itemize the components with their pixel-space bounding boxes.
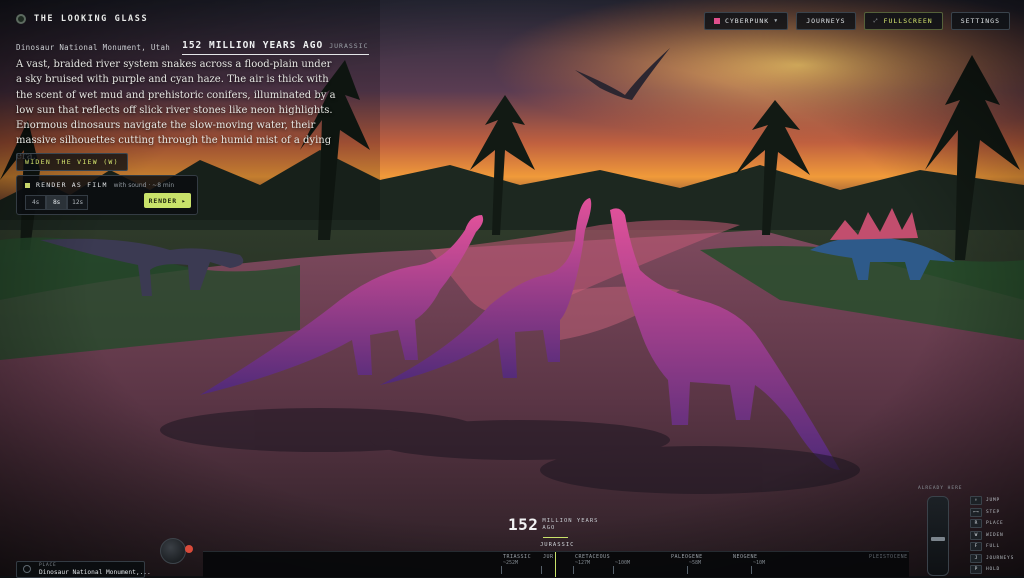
key-label: STEP — [986, 509, 1001, 515]
tick-mark — [751, 566, 752, 574]
duration-4s[interactable]: 4s — [25, 195, 46, 210]
duration-8s[interactable]: 8s — [46, 195, 67, 210]
period-label: JURASSIC — [540, 542, 575, 548]
tick-mark — [613, 566, 614, 574]
key-hint: P HOLD — [962, 564, 1014, 576]
key-label: JUMP — [986, 498, 1001, 504]
widen-view-button[interactable]: WIDEN THE VIEW (W) — [16, 153, 128, 171]
film-indicator-icon — [25, 182, 30, 188]
key-cap: ←→ — [970, 507, 982, 517]
key-label: PLACE — [986, 521, 1004, 527]
chevron-down-icon: ▼ — [774, 18, 779, 24]
tick-label: PLEISTOCENE — [869, 554, 908, 560]
place-label: PLACE — [39, 563, 57, 568]
film-title: RENDER AS FILM — [36, 181, 108, 189]
tick-mark — [501, 566, 502, 574]
location-name: Dinosaur National Monument, Utah — [16, 43, 171, 52]
journeys-button[interactable]: JOURNEYS — [796, 12, 856, 30]
key-label: FULL — [986, 544, 1001, 550]
tick-value: ~100M — [615, 560, 631, 566]
key-hint: F FULL — [962, 541, 1014, 553]
era-years: 152 MILLION YEARS AGO — [182, 40, 324, 51]
key-hint: W WIDEN — [962, 530, 1014, 542]
key-label: JOURNEYS — [986, 555, 1015, 561]
settings-button[interactable]: SETTINGS — [950, 12, 1010, 30]
scene-narration: A vast, braided river system snakes acro… — [16, 59, 336, 162]
key-hint: J JOURNEYS — [962, 553, 1014, 565]
key-hint: ←→ STEP — [962, 507, 1014, 519]
record-indicator-icon — [185, 545, 193, 553]
already-here-label: ALREADY HERE — [918, 486, 963, 491]
brand: THE LOOKING GLASS — [16, 14, 148, 24]
zoom-slider-handle[interactable] — [931, 537, 945, 541]
tick-value: ~58M — [689, 560, 702, 566]
tick-value: ~127M — [575, 560, 591, 566]
time-dial-knob[interactable] — [160, 538, 186, 564]
year-number: 152 — [508, 515, 539, 534]
key-hint: R PLACE — [962, 518, 1014, 530]
fullscreen-button[interactable]: ⤢ FULLSCREEN — [863, 12, 943, 30]
pin-icon — [23, 565, 31, 573]
fullscreen-label: FULLSCREEN — [883, 17, 933, 25]
timeline-scrubber[interactable]: TRIASSIC ~252M JUR CRETACEOUS ~127M ~100… — [203, 551, 909, 577]
style-label: CYBERPUNK — [724, 17, 770, 25]
app-title: THE LOOKING GLASS — [34, 14, 149, 24]
top-toolbar: CYBERPUNK ▼ JOURNEYS ⤢ FULLSCREEN SETTIN… — [703, 12, 1010, 30]
duration-selector: 4s 8s 12s — [25, 195, 88, 210]
tick-mark — [573, 566, 574, 574]
render-film-panel: RENDER AS FILM with sound · ~8 min 4s 8s… — [16, 175, 198, 215]
key-cap: W — [970, 530, 982, 540]
year-readout: 152 MILLION YEARS AGO — [508, 515, 602, 534]
tick-mark — [687, 566, 688, 574]
period-indicator — [543, 537, 568, 538]
key-label: WIDEN — [986, 532, 1004, 538]
style-dropdown[interactable]: CYBERPUNK ▼ — [703, 12, 789, 30]
key-cap: P — [970, 565, 982, 575]
timeline-cursor[interactable] — [555, 552, 556, 577]
keyboard-hints: ↑ JUMP ←→ STEP R PLACE W WIDEN F FULL J JOURNE… — [962, 495, 1014, 576]
tick-label: JUR — [543, 554, 554, 560]
year-unit: MILLION YEARS AGO — [542, 517, 599, 531]
key-label: HOLD — [986, 567, 1001, 573]
expand-icon: ⤢ — [873, 18, 879, 24]
place-name: Dinosaur National Monument,... — [39, 569, 151, 576]
era-tab[interactable]: 152 MILLION YEARS AGO JURASSIC — [182, 40, 369, 55]
tick-mark — [541, 566, 542, 574]
zoom-slider[interactable] — [927, 496, 949, 576]
brand-lens-icon — [16, 14, 26, 24]
key-hint: ↑ JUMP — [962, 495, 1014, 507]
tick-value: ~10M — [753, 560, 766, 566]
key-cap: ↑ — [970, 496, 982, 506]
tick-value: ~252M — [503, 560, 519, 566]
key-cap: R — [970, 519, 982, 529]
key-cap: J — [970, 553, 982, 563]
location-row: Dinosaur National Monument, Utah 152 MIL… — [16, 40, 369, 55]
era-period: JURASSIC — [329, 42, 369, 50]
duration-12s[interactable]: 12s — [67, 195, 88, 210]
film-subtitle: with sound · ~8 min — [113, 181, 175, 189]
render-button[interactable]: RENDER ▸ — [144, 193, 191, 208]
style-swatch-icon — [713, 18, 720, 24]
place-card[interactable]: PLACE Dinosaur National Monument,... — [16, 561, 151, 578]
key-cap: F — [970, 542, 982, 552]
